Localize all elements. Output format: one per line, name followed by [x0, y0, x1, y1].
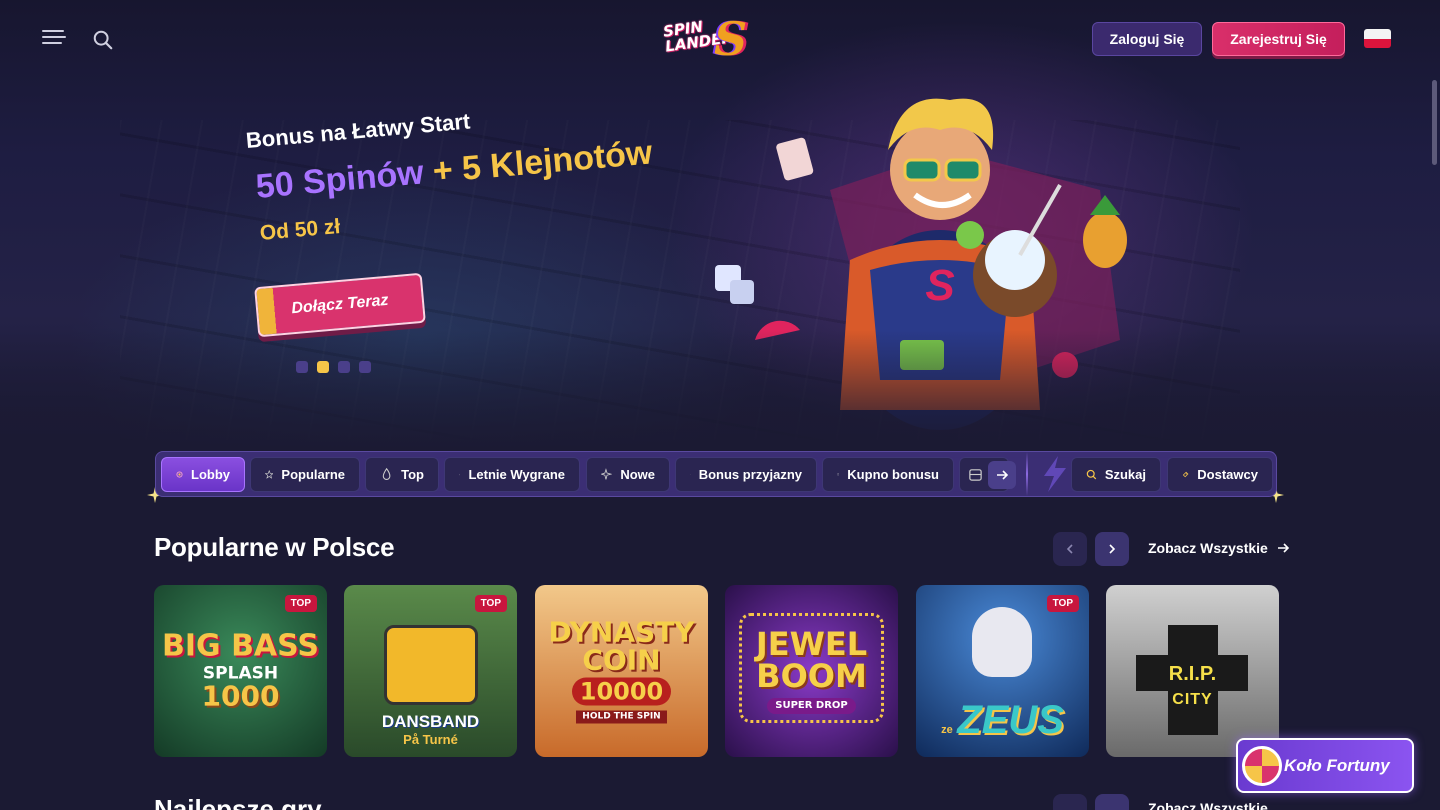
- tab-kupno-bonusu[interactable]: Kupno bonusu: [822, 457, 954, 492]
- tab-label: Popularne: [281, 467, 345, 482]
- game-tile-big-bass[interactable]: TOP BIG BASS SPLASH 1000: [154, 585, 327, 757]
- game-title-line: SUPER DROP: [767, 698, 856, 714]
- site-logo[interactable]: SPIN LANDER S: [656, 12, 774, 66]
- see-all-link[interactable]: Zobacz Wszystkie: [1148, 800, 1268, 810]
- game-title: R.I.P.: [1106, 663, 1279, 686]
- game-title-line: På Turné: [403, 732, 458, 747]
- page-scrollbar[interactable]: [1432, 80, 1437, 165]
- game-title-line: R.I.P.: [1168, 663, 1217, 685]
- cabinet-icon: [969, 469, 982, 481]
- arrow-right-icon: [997, 470, 1009, 480]
- game-title-line: JEWEL: [755, 625, 868, 663]
- tab-bonus-przyjazny[interactable]: Bonus przyjazny: [675, 457, 817, 492]
- tab-label: Nowe: [620, 467, 655, 482]
- section-title-popular: Popularne w Polsce: [154, 532, 395, 562]
- game-title: ze ZEUS: [916, 698, 1089, 743]
- chevron-right-icon: [1109, 544, 1116, 554]
- category-divider: [1026, 452, 1028, 496]
- jar-icon: [837, 473, 839, 476]
- game-title: JEWEL BOOM SUPER DROP: [725, 628, 898, 714]
- game-title-line: BOOM: [756, 657, 867, 695]
- game-tile-dansband[interactable]: TOP DANSBAND På Turné: [344, 585, 517, 757]
- sparkle-icon: [601, 468, 613, 480]
- arrow-right-icon: [1277, 543, 1289, 553]
- search-icon: [1086, 469, 1097, 480]
- game-title-line: COIN: [582, 643, 661, 677]
- providers-label: Dostawcy: [1197, 467, 1258, 482]
- carousel-prev-button[interactable]: [1053, 532, 1087, 566]
- game-tile-jewel-boom[interactable]: JEWEL BOOM SUPER DROP: [725, 585, 898, 757]
- category-scroll-next-button[interactable]: [988, 461, 1016, 489]
- game-title-line: CITY: [1172, 691, 1213, 708]
- top-badge: TOP: [284, 595, 317, 612]
- coin-icon: [690, 474, 691, 475]
- search-icon[interactable]: [92, 29, 114, 51]
- bus-illustration: [384, 625, 478, 705]
- search-label: Szukaj: [1104, 467, 1146, 482]
- game-title-line: 1000: [201, 679, 280, 713]
- top-badge: TOP: [474, 595, 507, 612]
- tab-popularne[interactable]: Popularne: [250, 457, 360, 492]
- game-title: DYNASTY COIN 10000 HOLD THE SPIN: [535, 615, 708, 724]
- tab-letnie-wygrane[interactable]: Letnie Wygrane: [444, 457, 580, 492]
- tab-nowe[interactable]: Nowe: [586, 457, 670, 492]
- tab-top[interactable]: Top: [365, 457, 439, 492]
- top-bar: SPIN LANDER S Zaloguj Się Zarejestruj Się: [0, 0, 1440, 80]
- slider-dot[interactable]: [338, 361, 350, 373]
- lobby-icon: [176, 471, 183, 478]
- game-tile-zeus[interactable]: TOP ze ZEUS: [916, 585, 1089, 757]
- providers-icon: [1182, 471, 1189, 478]
- tab-label: Top: [401, 467, 424, 482]
- carousel-prev-button[interactable]: [1053, 794, 1087, 810]
- hero-slider-dots: [296, 361, 371, 373]
- game-tile-dynasty-coin[interactable]: DYNASTY COIN 10000 HOLD THE SPIN: [535, 585, 708, 757]
- see-all-link[interactable]: Zobacz Wszystkie: [1148, 540, 1290, 556]
- carousel-next-button[interactable]: [1095, 794, 1129, 810]
- game-title-line: DYNASTY: [548, 615, 695, 649]
- tab-label: Kupno bonusu: [847, 467, 939, 482]
- game-tile-rip-city[interactable]: R.I.P. CITY: [1106, 585, 1279, 757]
- providers-button[interactable]: Dostawcy: [1167, 457, 1273, 492]
- logo-s-mark: S: [714, 12, 748, 66]
- star-icon: [265, 469, 274, 479]
- tab-label: Letnie Wygrane: [468, 467, 565, 482]
- tab-label: Bonus przyjazny: [698, 467, 802, 482]
- search-games-button[interactable]: Szukaj: [1071, 457, 1161, 492]
- wheel-icon: [1242, 746, 1282, 786]
- flame-icon: [382, 467, 391, 480]
- game-subtitle: CITY: [1106, 691, 1279, 709]
- zeus-illustration: [972, 607, 1032, 677]
- menu-icon[interactable]: [42, 30, 66, 48]
- game-title-line: HOLD THE SPIN: [576, 710, 667, 724]
- basket-icon: [459, 474, 461, 476]
- lightning-icon: [1044, 456, 1066, 492]
- slider-dot[interactable]: [296, 361, 308, 373]
- login-button[interactable]: Zaloguj Się: [1092, 22, 1202, 56]
- category-bar: Lobby Popularne Top Letnie Wygrane Nowe …: [155, 451, 1277, 497]
- svg-text:S: S: [925, 261, 954, 310]
- game-title-line: ze: [941, 724, 953, 736]
- wheel-of-fortune-button[interactable]: Koło Fortuny: [1236, 738, 1414, 793]
- top-badge: TOP: [1046, 595, 1079, 612]
- section-title-best: Najlepsze gry: [154, 794, 322, 810]
- game-title: DANSBAND På Turné: [344, 712, 517, 747]
- game-title: BIG BASS SPLASH 1000: [154, 628, 327, 713]
- game-title-line: ZEUS: [957, 698, 1064, 742]
- chevron-left-icon: [1066, 544, 1073, 554]
- wheel-label: Koło Fortuny: [1284, 755, 1390, 775]
- game-title-line: 10000: [571, 677, 672, 706]
- carousel-next-button[interactable]: [1095, 532, 1129, 566]
- tab-lobby[interactable]: Lobby: [161, 457, 245, 492]
- slider-dot-active[interactable]: [317, 361, 329, 373]
- see-all-label: Zobacz Wszystkie: [1148, 540, 1268, 556]
- hero-character-illustration: S: [715, 98, 1127, 430]
- tab-label: Lobby: [191, 467, 230, 482]
- register-button[interactable]: Zarejestruj Się: [1212, 22, 1345, 56]
- slider-dot[interactable]: [359, 361, 371, 373]
- language-flag-icon[interactable]: [1364, 29, 1391, 48]
- game-title-line: DANSBAND: [381, 712, 480, 731]
- game-title-line: BIG BASS: [161, 628, 320, 664]
